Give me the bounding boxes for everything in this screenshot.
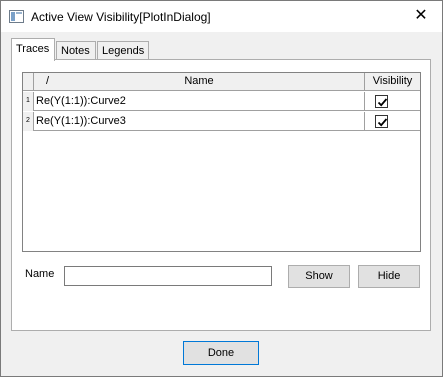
sort-indicator: /	[46, 75, 50, 87]
app-window-icon	[9, 10, 24, 23]
table-row[interactable]: 1 Re(Y(1:1)):Curve2	[23, 92, 420, 111]
name-column-header[interactable]: / Name	[34, 73, 365, 91]
name-column-label: Name	[184, 75, 214, 87]
grid-header: / Name Visibility	[23, 73, 420, 91]
trace-name-cell[interactable]: Re(Y(1:1)):Curve3	[34, 112, 365, 131]
title-bar[interactable]: Active View Visibility[PlotInDialog] ✕	[1, 1, 442, 32]
close-button[interactable]: ✕	[404, 3, 438, 29]
traces-grid: / Name Visibility 1 Re(Y(1:1)):Curve2 2 …	[22, 72, 421, 252]
row-header-corner	[23, 73, 34, 91]
dialog-window: Active View Visibility[PlotInDialog] ✕ T…	[0, 0, 443, 377]
checkmark-icon	[377, 118, 388, 127]
window-title: Active View Visibility[PlotInDialog]	[31, 10, 211, 24]
trace-name-cell[interactable]: Re(Y(1:1)):Curve2	[34, 92, 365, 111]
table-row[interactable]: 2 Re(Y(1:1)):Curve3	[23, 112, 420, 131]
done-button[interactable]: Done	[183, 341, 259, 365]
hide-button[interactable]: Hide	[358, 265, 420, 288]
tab-legends[interactable]: Legends	[97, 41, 149, 61]
name-field-label: Name	[25, 268, 55, 280]
row-number[interactable]: 2	[23, 112, 34, 131]
tab-traces[interactable]: Traces	[11, 38, 55, 61]
tab-notes[interactable]: Notes	[56, 41, 96, 61]
show-button[interactable]: Show	[288, 265, 350, 288]
visibility-checkbox[interactable]	[375, 115, 388, 128]
traces-panel: / Name Visibility 1 Re(Y(1:1)):Curve2 2 …	[11, 59, 431, 331]
visibility-checkbox[interactable]	[375, 95, 388, 108]
row-number[interactable]: 1	[23, 92, 34, 111]
checkmark-icon	[377, 98, 388, 107]
visibility-column-header[interactable]: Visibility	[365, 73, 420, 91]
name-input[interactable]	[64, 266, 272, 286]
